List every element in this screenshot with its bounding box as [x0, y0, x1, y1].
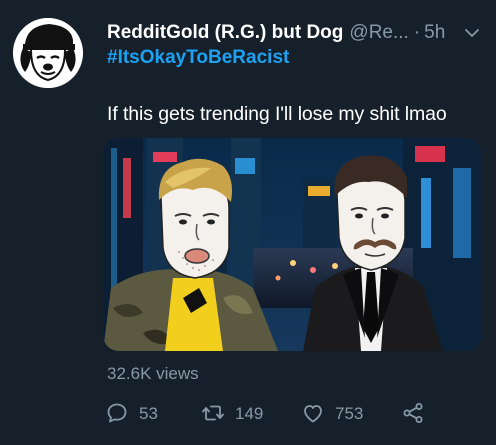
retweet-count: 149 — [235, 403, 264, 423]
avatar[interactable] — [13, 18, 83, 88]
retweet-button[interactable]: 149 — [201, 398, 263, 428]
heart-icon — [304, 405, 322, 423]
like-count: 753 — [335, 403, 364, 423]
hashtag-link[interactable]: #ItsOkayToBeRacist — [107, 47, 289, 69]
reply-button[interactable]: 53 — [105, 398, 158, 428]
chevron-down-icon[interactable] — [463, 24, 481, 42]
share-icon — [403, 403, 423, 423]
reply-count: 53 — [139, 403, 158, 423]
retweet-icon — [202, 405, 224, 421]
tweet-header: RedditGold (R.G.) but Dog @Re... · 5h — [107, 20, 487, 46]
display-name[interactable]: RedditGold (R.G.) but Dog — [107, 22, 343, 44]
tweet[interactable]: RedditGold (R.G.) but Dog @Re... · 5h #I… — [0, 0, 496, 445]
tweet-media-image[interactable] — [103, 138, 481, 351]
separator-dot: · — [413, 22, 421, 43]
like-button[interactable]: 753 — [301, 398, 363, 428]
timestamp[interactable]: 5h — [424, 22, 445, 44]
user-handle[interactable]: @Re... — [349, 22, 408, 44]
action-bar: 53 149 753 — [105, 398, 435, 428]
reply-icon — [107, 403, 127, 423]
tweet-text: If this gets trending I'll lose my shit … — [107, 103, 447, 125]
share-button[interactable] — [401, 398, 435, 428]
view-count: 32.6K views — [107, 364, 199, 383]
